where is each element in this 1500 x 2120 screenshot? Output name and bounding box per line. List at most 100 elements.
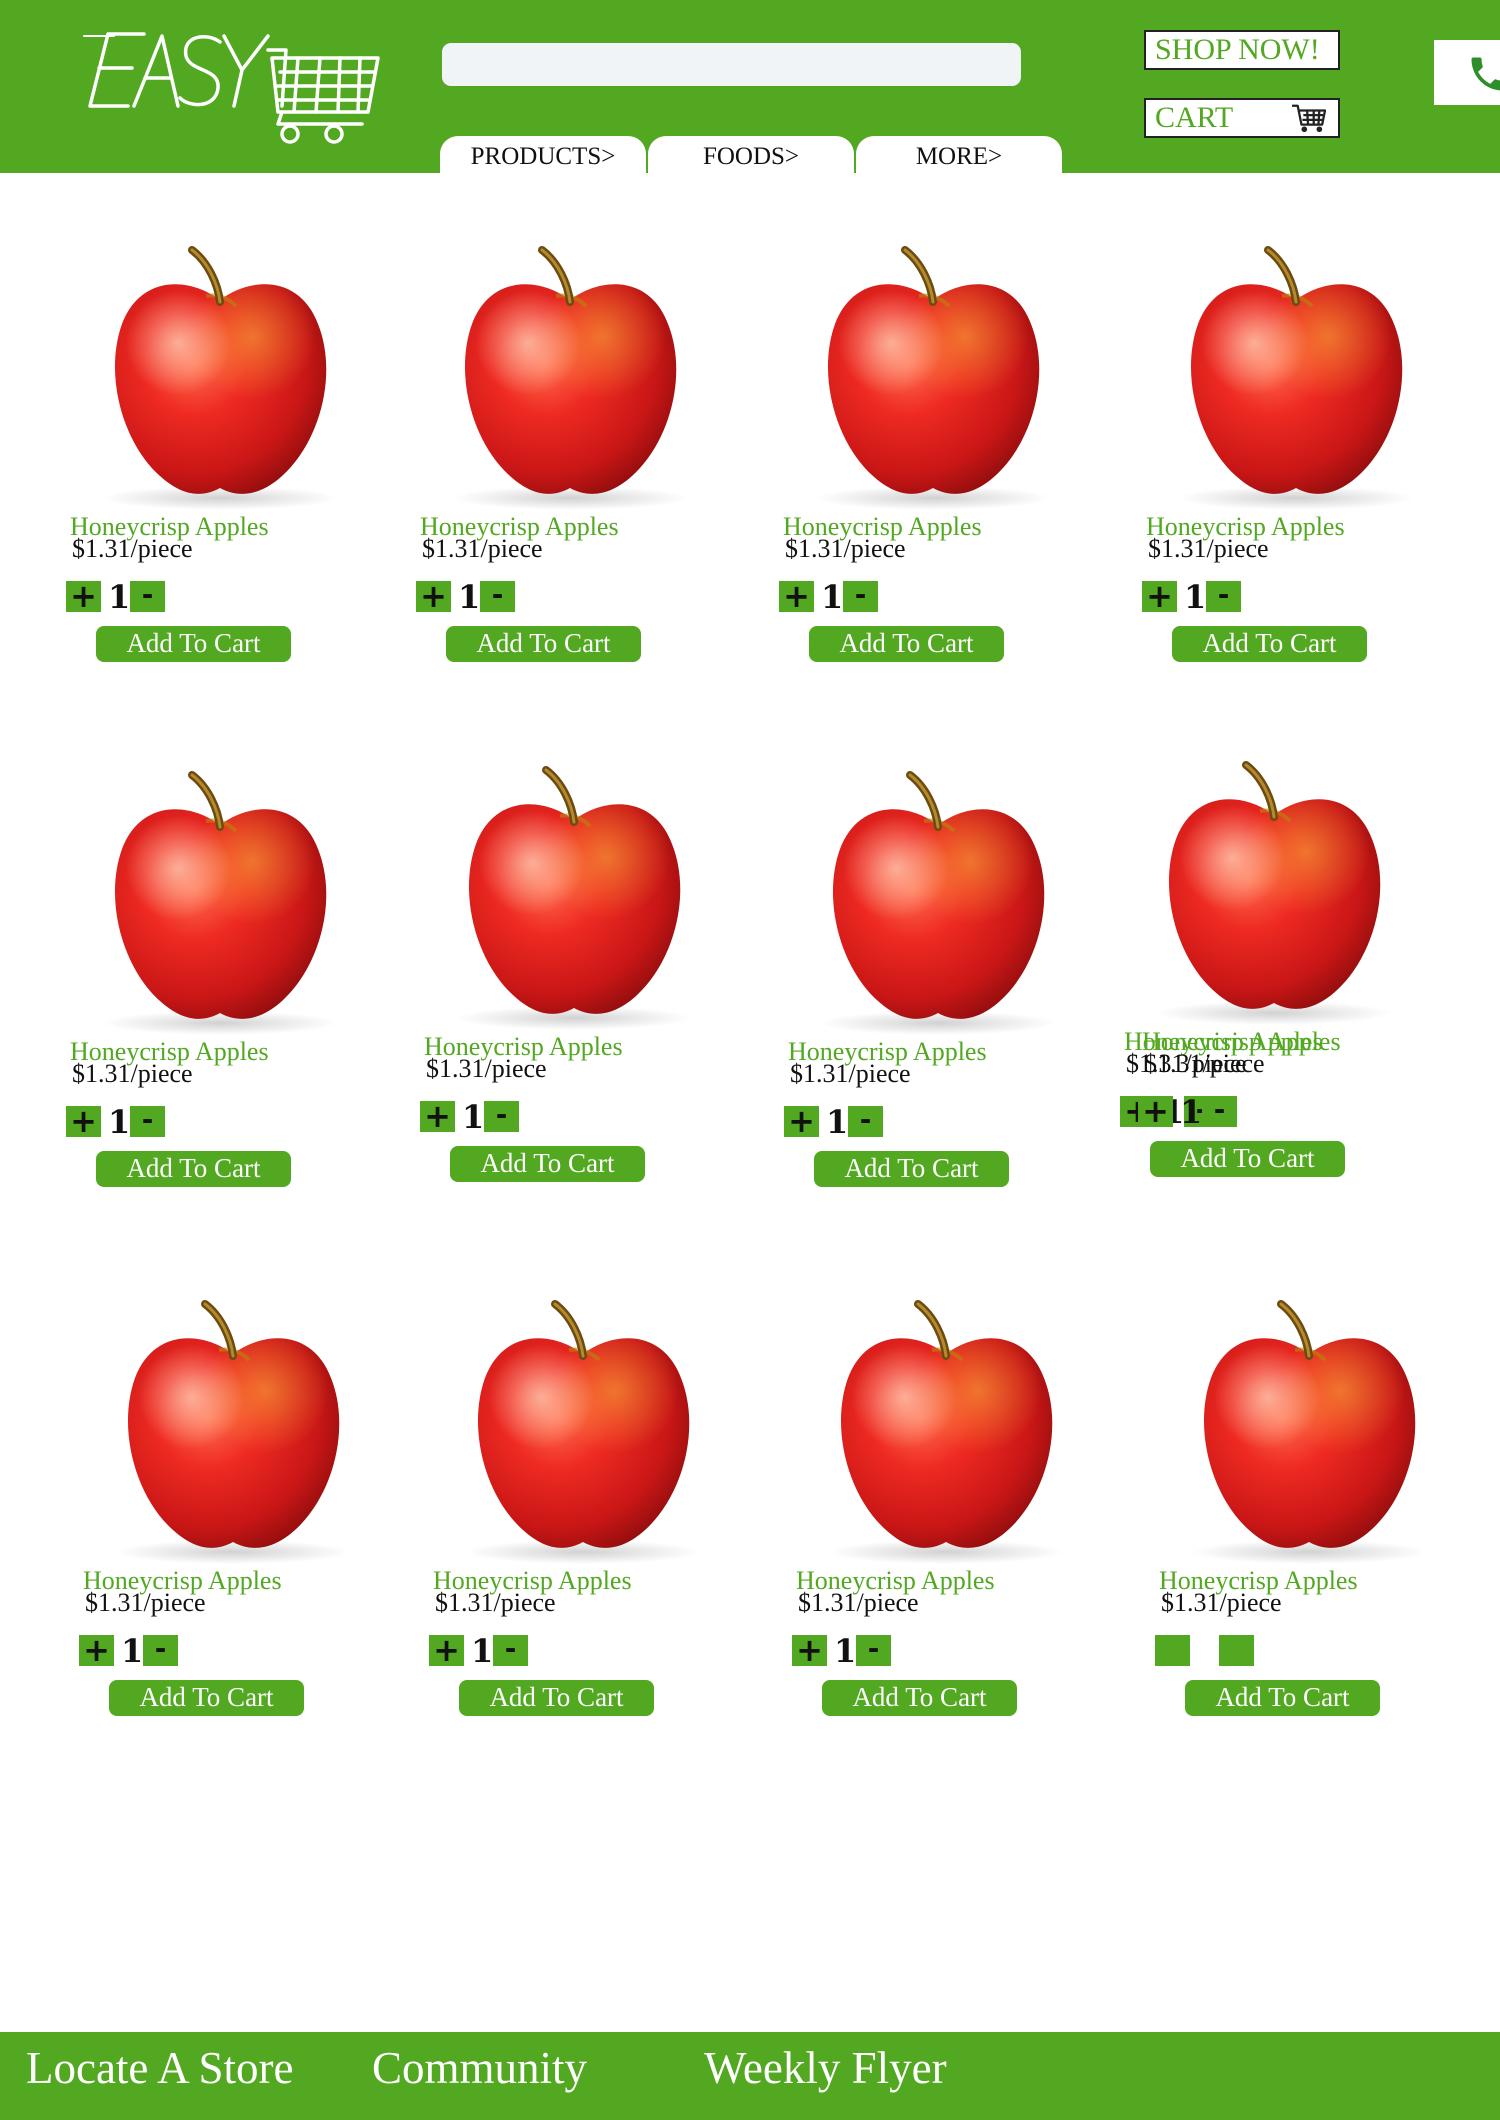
quantity-value: 1 <box>458 578 481 616</box>
add-to-cart-button[interactable]: Add To Cart <box>96 626 291 662</box>
apple-image[interactable] <box>1146 236 1446 516</box>
add-to-cart-button[interactable]: Add To Cart <box>459 1680 654 1716</box>
add-to-cart-button[interactable]: Add To Cart <box>1185 1680 1380 1716</box>
apple-image[interactable] <box>783 236 1083 516</box>
product-price: $1.31/piece <box>435 1588 556 1617</box>
decrement-button[interactable]: - <box>1184 1096 1219 1127</box>
easy-logo[interactable] <box>82 28 382 146</box>
add-to-cart-button[interactable]: Add To Cart <box>96 1151 291 1187</box>
increment-button[interactable]: + <box>420 1100 455 1132</box>
product-price: $1.31/piece <box>72 1059 193 1088</box>
quantity-value: 1 <box>462 1098 485 1136</box>
apple-image[interactable] <box>1159 1290 1459 1570</box>
product-card: Honeycrisp Apples $1.31/piece +1- Add To Ca… <box>429 1290 733 1750</box>
decrement-button[interactable]: - <box>130 1106 165 1137</box>
decrement-button[interactable]: - <box>480 581 515 612</box>
apple-image[interactable] <box>70 761 370 1041</box>
product-card: Honeycrisp Apples $1.31/piece +1- Add To Ca… <box>784 761 1088 1221</box>
product-card: Honeycrisp Apples $1.31/piece +1- Add To Ca… <box>420 756 724 1216</box>
add-to-cart-button[interactable]: Add To Cart <box>814 1151 1009 1187</box>
increment-button[interactable]: + <box>779 580 814 612</box>
product-card: Honeycrisp Apples $1.31/piece +1- Add To Ca… <box>66 236 370 696</box>
cart-label: CART <box>1155 101 1234 134</box>
add-to-cart-button[interactable]: Add To Cart <box>446 626 641 662</box>
footer-bar: Locate A Store Community Weekly Flyer <box>0 2032 1500 2120</box>
decrement-button[interactable]: - <box>143 1635 178 1666</box>
increment-button[interactable] <box>1155 1635 1190 1666</box>
apple-image[interactable] <box>788 761 1088 1041</box>
product-card: Honeycrisp Apples $1.31/piece +1- Add To Ca… <box>66 761 370 1221</box>
footer-link-locate-store[interactable]: Locate A Store <box>26 2042 293 2094</box>
decrement-button[interactable]: - <box>848 1106 883 1137</box>
product-card: Honeycrisp Apples $1.31/piece +1- Add To Ca… <box>416 236 720 696</box>
increment-button[interactable]: + <box>429 1634 464 1666</box>
cart-button[interactable]: CART <box>1144 98 1340 138</box>
quantity-value: 1 <box>1162 1093 1185 1131</box>
quantity-value: 1 <box>826 1103 849 1141</box>
quantity-value: 1 <box>471 1632 494 1670</box>
footer-link-weekly-flyer[interactable]: Weekly Flyer <box>704 2042 947 2094</box>
product-card: Honeycrisp Apples $1.31/piece Add To Cart <box>1155 1290 1459 1750</box>
quantity-value: 1 <box>821 578 844 616</box>
apple-image[interactable] <box>70 236 370 516</box>
phone-icon <box>1471 57 1500 91</box>
product-card: Honeycrisp Apples $1.31/piece +1- Add To Ca… <box>1142 236 1446 696</box>
product-card: Honeycrisp Apples $1.31/piece +1- Add To Ca… <box>792 1290 1096 1750</box>
decrement-button[interactable]: - <box>130 581 165 612</box>
quantity-value: 1 <box>108 1103 131 1141</box>
quantity-value: 1 <box>1184 578 1207 616</box>
shop-now-button[interactable]: SHOP NOW! <box>1144 30 1340 70</box>
product-price: $1.31/piece <box>85 1588 206 1617</box>
product-price: $1.31/piece <box>426 1054 547 1083</box>
phone-button[interactable] <box>1434 40 1500 105</box>
apple-image[interactable] <box>796 1290 1096 1570</box>
tab-products[interactable]: PRODUCTS> <box>440 136 646 176</box>
add-to-cart-button[interactable]: Add To Cart <box>1150 1141 1345 1177</box>
quantity-value: 1 <box>121 1632 144 1670</box>
increment-button[interactable]: + <box>66 580 101 612</box>
product-price: $1.31/piece <box>790 1059 911 1088</box>
apple-image[interactable] <box>424 756 724 1036</box>
search-input[interactable] <box>442 43 1021 86</box>
decrement-button[interactable]: - <box>856 1635 891 1666</box>
decrement-button[interactable]: - <box>843 581 878 612</box>
add-to-cart-button[interactable]: Add To Cart <box>109 1680 304 1716</box>
product-card: Honeycrisp Apples $1.31/piece +1- Add To Ca… <box>779 236 1083 696</box>
increment-button[interactable]: + <box>79 1634 114 1666</box>
decrement-button[interactable] <box>1219 1635 1254 1666</box>
product-card: Honeycrisp Apples $1.31/piece +1- Add To Ca… <box>1120 751 1424 1211</box>
header-bar: PRODUCTS> FOODS> MORE> SHOP NOW! CART <box>0 0 1500 176</box>
product-price: $1.31/piece <box>1148 534 1269 563</box>
tab-foods[interactable]: FOODS> <box>648 136 854 176</box>
increment-button[interactable]: + <box>784 1105 819 1137</box>
shop-now-label: SHOP NOW! <box>1155 33 1320 66</box>
product-price: $1.31/piece <box>1126 1049 1247 1078</box>
shopping-cart-icon <box>1292 104 1327 133</box>
product-price: $1.31/piece <box>1161 1588 1282 1617</box>
decrement-button[interactable]: - <box>1206 581 1241 612</box>
apple-image[interactable] <box>83 1290 383 1570</box>
quantity-value: 1 <box>834 1632 857 1670</box>
decrement-button[interactable]: - <box>493 1635 528 1666</box>
decrement-button[interactable]: - <box>484 1101 519 1132</box>
increment-button[interactable]: + <box>792 1634 827 1666</box>
increment-button[interactable]: + <box>1142 580 1177 612</box>
increment-button[interactable]: + <box>66 1105 101 1137</box>
footer-link-community[interactable]: Community <box>372 2042 587 2094</box>
product-price: $1.31/piece <box>798 1588 919 1617</box>
increment-button[interactable]: + <box>416 580 451 612</box>
product-price: $1.31/piece <box>422 534 543 563</box>
add-to-cart-button[interactable]: Add To Cart <box>809 626 1004 662</box>
add-to-cart-button[interactable]: Add To Cart <box>1172 626 1367 662</box>
quantity-value: 1 <box>108 578 131 616</box>
tab-more[interactable]: MORE> <box>856 136 1062 176</box>
increment-button[interactable]: + <box>1120 1095 1155 1127</box>
apple-image[interactable] <box>433 1290 733 1570</box>
apple-image[interactable] <box>1124 751 1424 1031</box>
product-price: $1.31/piece <box>72 534 193 563</box>
apple-image[interactable] <box>420 236 720 516</box>
add-to-cart-button[interactable]: Add To Cart <box>450 1146 645 1182</box>
product-price: $1.31/piece <box>785 534 906 563</box>
add-to-cart-button[interactable]: Add To Cart <box>822 1680 1017 1716</box>
product-card: Honeycrisp Apples $1.31/piece +1- Add To Ca… <box>79 1290 383 1750</box>
